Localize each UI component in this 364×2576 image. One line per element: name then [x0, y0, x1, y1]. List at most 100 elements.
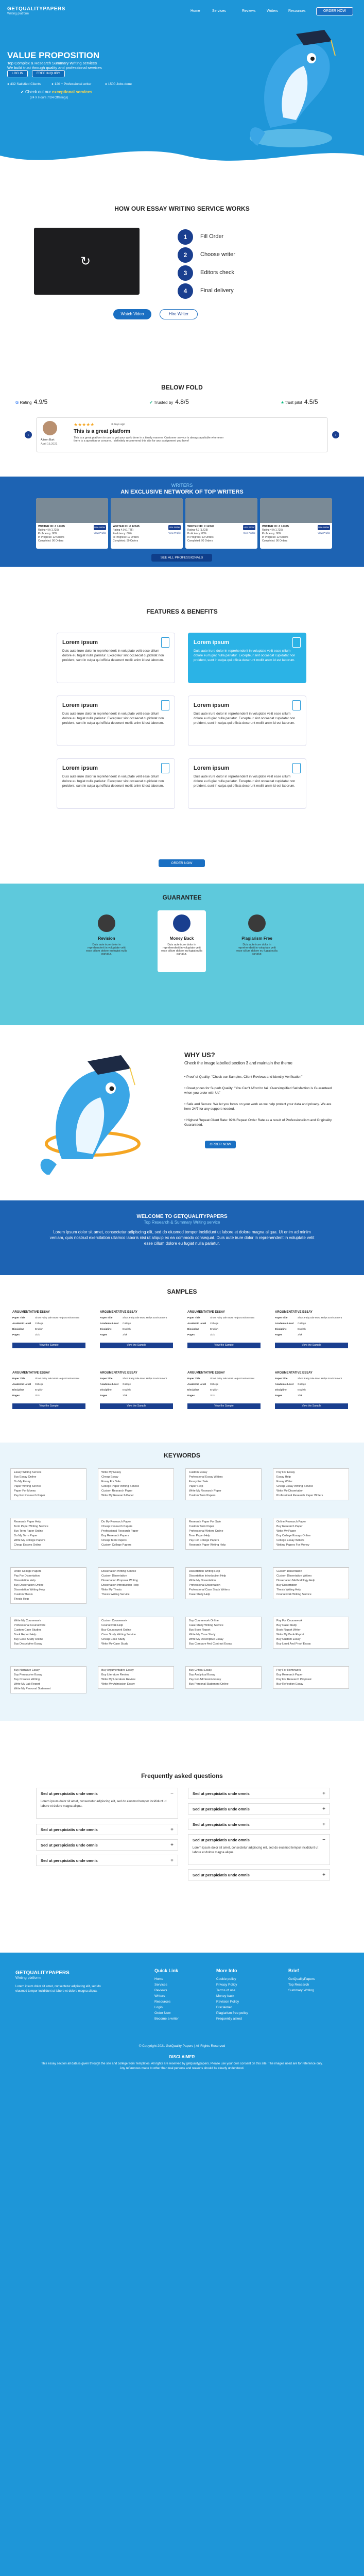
keyword-link[interactable]: Buy College Essays Online — [276, 1534, 345, 1538]
keyword-link[interactable]: Pay For Essay — [276, 1470, 345, 1475]
keyword-link[interactable]: Paper For Money — [14, 1489, 83, 1494]
hire-writer-button[interactable]: Hire Writer — [168, 525, 181, 530]
footer-link[interactable]: Writers — [154, 1993, 179, 1999]
keyword-link[interactable]: Case Study Writing Service — [101, 1633, 170, 1637]
nav-resources[interactable]: Resources — [288, 9, 305, 13]
minus-icon[interactable]: − — [170, 1791, 174, 1797]
keyword-link[interactable]: Buy Term Paper Online — [14, 1529, 83, 1534]
keyword-link[interactable]: Professional Dissertation — [189, 1583, 258, 1588]
keyword-link[interactable]: Buy Case Study Online — [14, 1637, 83, 1642]
footer-link[interactable]: Plagiarism free policy — [216, 2010, 248, 2016]
footer-link[interactable]: Order Now — [154, 2010, 179, 2016]
faq-item[interactable]: Sed ut perspiciatis unde omnis + — [36, 1824, 178, 1835]
footer-link[interactable]: GetQualityPapers — [288, 1976, 315, 1982]
view-sample-button[interactable]: View the Sample — [12, 1343, 85, 1348]
keyword-link[interactable]: Write My Thesis — [101, 1588, 170, 1592]
services-link[interactable]: exceptional services — [52, 90, 92, 94]
keyword-link[interactable]: Book Report Help — [14, 1633, 83, 1637]
view-sample-button[interactable]: View the Sample — [275, 1403, 348, 1409]
view-sample-button[interactable]: View the Sample — [187, 1403, 261, 1409]
keyword-link[interactable]: Pay For Homework — [276, 1668, 345, 1673]
keyword-link[interactable]: Buy Creative Writing — [14, 1677, 83, 1682]
keyword-link[interactable]: Custom Term Papers — [189, 1494, 258, 1498]
keyword-link[interactable]: Writing Papers For Money — [276, 1543, 345, 1548]
keyword-link[interactable]: Essay For Sale — [189, 1480, 258, 1484]
keyword-link[interactable]: Write My Book Report — [276, 1633, 345, 1637]
keyword-link[interactable]: Custom Dissertation — [101, 1574, 170, 1579]
keyword-link[interactable]: Professional Essay Writers — [189, 1475, 258, 1480]
keyword-link[interactable]: Dissertation Introduction Help — [189, 1574, 258, 1579]
keyword-link[interactable]: Dissertation Methodology Help — [276, 1579, 345, 1583]
keyword-link[interactable]: Cheap Essay Writing Service — [276, 1484, 345, 1489]
keyword-link[interactable]: College Paper Writing Service — [101, 1484, 170, 1489]
nav-services[interactable]: Services — [212, 9, 226, 13]
footer-link[interactable]: Resources — [154, 1999, 179, 2005]
keyword-link[interactable]: Buy Research Paper — [276, 1524, 345, 1529]
keyword-link[interactable]: Write My Case Study — [101, 1642, 170, 1647]
faq-item[interactable]: Sed ut perspiciatis unde omnis + — [36, 1839, 178, 1851]
keyword-link[interactable]: Buy Dissertation Online — [14, 1583, 83, 1588]
keyword-link[interactable]: Buy Analytical Essay — [189, 1673, 258, 1677]
keyword-link[interactable]: Buy Dissertation — [276, 1583, 345, 1588]
keyword-link[interactable]: Buy Custom Essay — [276, 1637, 345, 1642]
keyword-link[interactable]: Cheap Case Study — [101, 1637, 170, 1642]
keyword-link[interactable]: Buy Reflection Essay — [276, 1682, 345, 1687]
keyword-link[interactable]: Professional Writers Online — [189, 1529, 258, 1534]
keyword-link[interactable]: Cheap Essay — [101, 1475, 170, 1480]
keyword-link[interactable]: Write My Dissertation — [189, 1579, 258, 1583]
footer-link[interactable]: Home — [154, 1976, 179, 1982]
keyword-link[interactable]: Write My Personal Statement — [14, 1687, 83, 1691]
view-profile-link[interactable]: View Profile — [168, 532, 181, 534]
keyword-link[interactable]: Essay Writing Service — [14, 1470, 83, 1475]
keyword-link[interactable]: Dissertation Writing Help — [189, 1569, 258, 1574]
keyword-link[interactable]: Custom Dissertation Writers — [276, 1574, 345, 1579]
keyword-link[interactable]: Order College Papers — [14, 1569, 83, 1574]
hire-writer-button[interactable]: Hire Writer — [94, 525, 106, 530]
view-profile-link[interactable]: View Profile — [94, 532, 106, 534]
keyword-link[interactable]: Write My Admission Essay — [101, 1682, 170, 1687]
keyword-link[interactable]: Cheap Essays Online — [14, 1543, 83, 1548]
keyword-link[interactable]: Pay For Research Paper — [14, 1494, 83, 1498]
keyword-link[interactable]: Buy Personal Statement Online — [189, 1682, 258, 1687]
footer-link[interactable]: Cookie policy — [216, 1976, 248, 1982]
footer-link[interactable]: Services — [154, 1982, 179, 1988]
view-sample-button[interactable]: View the Sample — [100, 1343, 173, 1348]
keyword-link[interactable]: Professional Research Paper Writers — [276, 1494, 345, 1498]
view-sample-button[interactable]: View the Sample — [100, 1403, 173, 1409]
keyword-link[interactable]: Custom Coursework — [101, 1619, 170, 1623]
footer-link[interactable]: Summary Writing — [288, 1988, 315, 1993]
footer-link[interactable]: Reviews — [154, 1988, 179, 1993]
nav-writers[interactable]: Writers — [267, 9, 278, 13]
keyword-link[interactable]: Buy Descriptive Essay — [14, 1642, 83, 1647]
keyword-link[interactable]: Buy Coursework Online — [189, 1619, 258, 1623]
site-logo[interactable]: GETQUALITYPAPERS — [7, 6, 65, 12]
keyword-link[interactable]: Write My College Papers — [14, 1538, 83, 1543]
keyword-link[interactable]: Thesis Writing Service — [101, 1592, 170, 1597]
keyword-link[interactable]: Buy Literature Review — [101, 1673, 170, 1677]
chevron-right-icon[interactable]: › — [332, 431, 339, 438]
keyword-link[interactable]: Coursework Writing Service — [276, 1592, 345, 1597]
keyword-link[interactable]: Paper Help — [189, 1484, 258, 1489]
footer-link[interactable]: Login — [154, 2005, 179, 2010]
replay-icon[interactable]: ↻ — [80, 254, 91, 269]
keyword-link[interactable]: Custom College Papers — [101, 1543, 170, 1548]
keyword-link[interactable]: Professional Research Paper — [101, 1529, 170, 1534]
keyword-link[interactable]: Pay For Dissertation — [14, 1574, 83, 1579]
keyword-link[interactable]: Custom Essay — [189, 1470, 258, 1475]
keyword-link[interactable]: College Essay Writers — [276, 1538, 345, 1543]
keyword-link[interactable]: Write My Case Study — [189, 1633, 258, 1637]
keyword-link[interactable]: Term Paper Writing Service — [14, 1524, 83, 1529]
keyword-link[interactable]: Write My Descriptive Essay — [189, 1637, 258, 1642]
minus-icon[interactable]: − — [322, 1837, 325, 1843]
see-all-professionals-button[interactable]: SEE ALL PROFESSIONALS — [151, 554, 212, 562]
watch-video-button[interactable]: Watch Video — [113, 309, 151, 319]
keyword-link[interactable]: Buy Compare And Contrast Essay — [189, 1642, 258, 1647]
keyword-link[interactable]: Write My Coursework — [14, 1619, 83, 1623]
login-button[interactable]: LOG IN — [7, 70, 28, 77]
footer-link[interactable]: Terms of use — [216, 1988, 248, 1993]
keyword-link[interactable]: Custom Research Paper — [101, 1489, 170, 1494]
keyword-link[interactable]: Buy Essay Online — [14, 1475, 83, 1480]
keyword-link[interactable]: Professional Case Study Writers — [189, 1588, 258, 1592]
keyword-link[interactable]: Term Paper Help — [189, 1534, 258, 1538]
footer-logo[interactable]: GETQUALITYPAPERS — [15, 1970, 70, 1976]
